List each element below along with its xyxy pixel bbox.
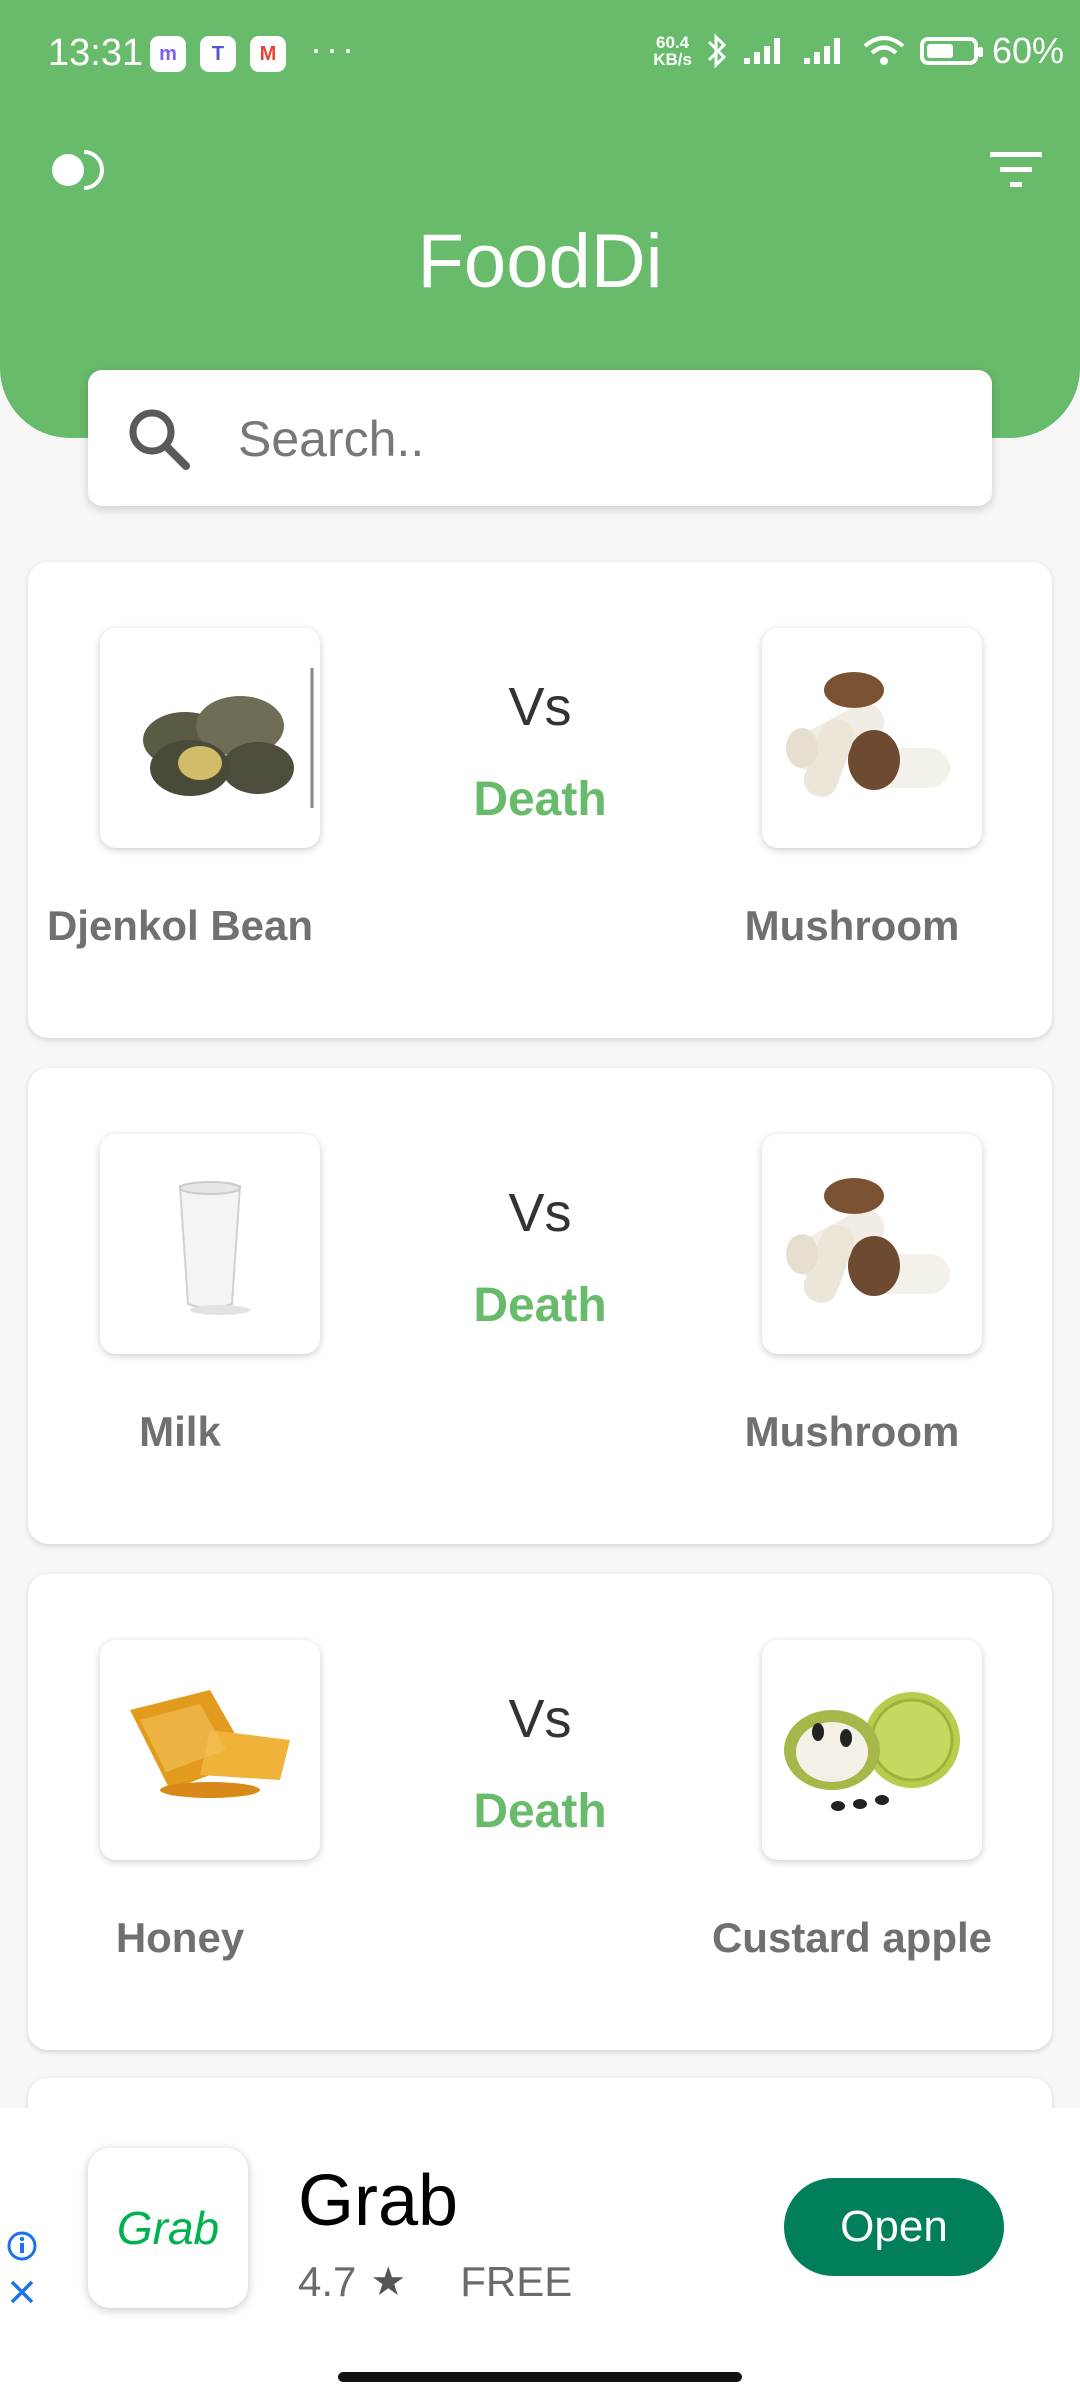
home-indicator[interactable] xyxy=(338,2372,742,2382)
status-bar: 13:31 m T M ··· 60.4 KB/s 60% xyxy=(0,0,1080,110)
ad-price: FREE xyxy=(460,2258,573,2305)
search-input[interactable] xyxy=(236,398,940,480)
app-title: FoodDi xyxy=(417,219,663,304)
vs-label: Vs xyxy=(508,1183,572,1243)
comparison-card[interactable]: Vs Death Milk Mushroom xyxy=(28,1068,1052,1544)
bluetooth-icon xyxy=(707,33,727,69)
result-label: Death xyxy=(473,1785,607,1838)
gmail-icon: M xyxy=(250,36,286,72)
comparison-card[interactable]: Vs Death Djenkol Bean Mushroom xyxy=(28,562,1052,1038)
ad-close-icon[interactable] xyxy=(6,2276,38,2308)
ad-info-icon[interactable] xyxy=(6,2230,38,2262)
vs-label: Vs xyxy=(508,677,572,737)
ad-open-button[interactable]: Open xyxy=(784,2178,1004,2276)
food-image-mushroom xyxy=(762,1134,982,1354)
vs-label: Vs xyxy=(508,1689,572,1749)
food-name-left: Milk xyxy=(139,1408,221,1455)
filter-icon[interactable] xyxy=(988,148,1044,192)
teams-icon: T xyxy=(200,36,236,72)
food-image-milk xyxy=(100,1134,320,1354)
food-image-custard-apple xyxy=(762,1640,982,1860)
search-bar[interactable] xyxy=(88,370,992,506)
result-label: Death xyxy=(473,1279,607,1332)
food-image-mushroom xyxy=(762,628,982,848)
food-image-djenkol-bean xyxy=(100,628,320,848)
food-name-right: Custard apple xyxy=(711,1914,993,1961)
wifi-icon xyxy=(863,36,905,65)
theme-toggle-icon[interactable] xyxy=(44,148,108,192)
more-notifications-icon: ··· xyxy=(310,28,358,69)
battery-percent: 60% xyxy=(991,30,1064,71)
signal-icon xyxy=(803,38,840,64)
grab-logo[interactable]: Grab xyxy=(88,2148,248,2308)
ad-banner[interactable]: Grab Grab 4.7 ★ FREE Open xyxy=(0,2108,1080,2400)
ad-rating: 4.7 xyxy=(298,2258,357,2305)
notification-icons: m T M xyxy=(150,36,286,72)
food-image-honey xyxy=(100,1640,320,1860)
comparison-card[interactable]: Vs Death Honey Custard apple xyxy=(28,1574,1052,2050)
battery-icon xyxy=(919,37,983,65)
result-label: Death xyxy=(473,773,607,826)
food-name-left: Honey xyxy=(115,1914,245,1961)
ad-meta: 4.7 ★ FREE xyxy=(298,2258,572,2306)
status-time: 13:31 xyxy=(48,32,144,74)
ad-app-name[interactable]: Grab xyxy=(298,2160,458,2242)
search-icon xyxy=(129,409,190,470)
food-name-right: Mushroom xyxy=(744,902,960,949)
signal-icon xyxy=(743,38,780,64)
food-name-left: Djenkol Bean xyxy=(46,902,314,949)
food-name-right: Mushroom xyxy=(744,1408,960,1455)
status-right: 60.4 KB/s 60% xyxy=(653,30,1064,72)
star-icon: ★ xyxy=(370,2260,407,2304)
messenger-icon: m xyxy=(150,36,186,72)
network-speed: 60.4 KB/s xyxy=(653,33,692,69)
